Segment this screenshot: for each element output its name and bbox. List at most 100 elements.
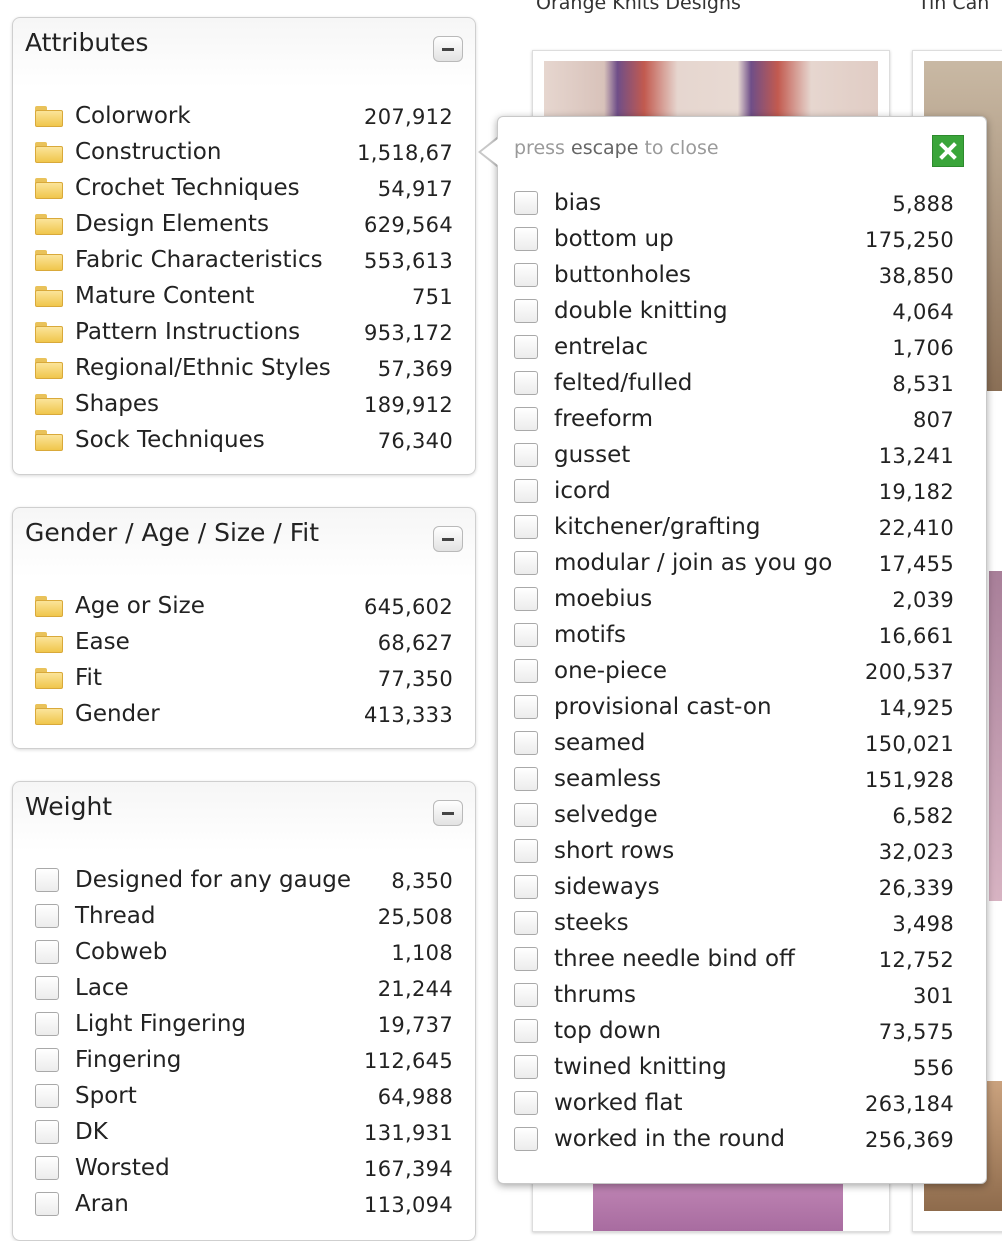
checkbox[interactable] — [514, 407, 538, 431]
weight-option[interactable]: Lace 21,244 — [35, 970, 453, 1006]
checkbox[interactable] — [514, 587, 538, 611]
attribute-folder[interactable]: Construction 1,518,67 — [35, 134, 453, 170]
checkbox[interactable] — [514, 659, 538, 683]
checkbox[interactable] — [514, 227, 538, 251]
checkbox[interactable] — [35, 868, 59, 892]
checkbox[interactable] — [35, 976, 59, 1000]
construction-option[interactable]: seamed 150,021 — [514, 725, 954, 761]
checkbox[interactable] — [514, 371, 538, 395]
weight-option[interactable]: Designed for any gauge 8,350 — [35, 862, 453, 898]
construction-popup: press escape to close bias 5,888 bottom u… — [497, 116, 987, 1184]
checkbox[interactable] — [35, 1156, 59, 1180]
attribute-folder[interactable]: Design Elements 629,564 — [35, 206, 453, 242]
construction-option[interactable]: twined knitting 556 — [514, 1049, 954, 1085]
construction-option[interactable]: short rows 32,023 — [514, 833, 954, 869]
attribute-folder[interactable]: Fabric Characteristics 553,613 — [35, 242, 453, 278]
weight-option[interactable]: Aran 113,094 — [35, 1186, 453, 1222]
construction-option[interactable]: provisional cast-on 14,925 — [514, 689, 954, 725]
construction-option[interactable]: felted/fulled 8,531 — [514, 365, 954, 401]
checkbox[interactable] — [514, 623, 538, 647]
attribute-folder[interactable]: Gender 413,333 — [35, 696, 453, 732]
construction-option[interactable]: top down 73,575 — [514, 1013, 954, 1049]
checkbox[interactable] — [514, 1091, 538, 1115]
checkbox[interactable] — [514, 479, 538, 503]
construction-option[interactable]: moebius 2,039 — [514, 581, 954, 617]
construction-option[interactable]: one-piece 200,537 — [514, 653, 954, 689]
checkbox[interactable] — [514, 731, 538, 755]
checkbox[interactable] — [514, 443, 538, 467]
construction-option[interactable]: thrums 301 — [514, 977, 954, 1013]
checkbox[interactable] — [514, 191, 538, 215]
construction-option[interactable]: bias 5,888 — [514, 185, 954, 221]
weight-option[interactable]: Fingering 112,645 — [35, 1042, 453, 1078]
construction-option[interactable]: icord 19,182 — [514, 473, 954, 509]
checkbox[interactable] — [514, 515, 538, 539]
construction-option[interactable]: seamless 151,928 — [514, 761, 954, 797]
construction-option[interactable]: bottom up 175,250 — [514, 221, 954, 257]
folder-count: 553,613 — [364, 249, 453, 274]
weight-option[interactable]: Thread 25,508 — [35, 898, 453, 934]
checkbox[interactable] — [35, 1048, 59, 1072]
close-button[interactable] — [932, 135, 964, 167]
folder-icon — [35, 105, 63, 127]
checkbox[interactable] — [35, 1084, 59, 1108]
attribute-folder[interactable]: Mature Content 751 — [35, 278, 453, 314]
checkbox[interactable] — [514, 1019, 538, 1043]
attribute-folder[interactable]: Sock Techniques 76,340 — [35, 422, 453, 458]
checkbox[interactable] — [514, 335, 538, 359]
construction-option[interactable]: steeks 3,498 — [514, 905, 954, 941]
collapse-button[interactable] — [433, 800, 463, 826]
weight-option[interactable]: Light Fingering 19,737 — [35, 1006, 453, 1042]
checkbox[interactable] — [35, 940, 59, 964]
checkbox[interactable] — [514, 299, 538, 323]
checkbox[interactable] — [35, 904, 59, 928]
checkbox[interactable] — [514, 875, 538, 899]
attribute-folder[interactable]: Pattern Instructions 953,172 — [35, 314, 453, 350]
construction-option[interactable]: modular / join as you go 17,455 — [514, 545, 954, 581]
weight-option[interactable]: Worsted 167,394 — [35, 1150, 453, 1186]
attribute-folder[interactable]: Fit 77,350 — [35, 660, 453, 696]
construction-option[interactable]: double knitting 4,064 — [514, 293, 954, 329]
option-label: selvedge — [554, 802, 658, 828]
construction-option[interactable]: kitchener/grafting 22,410 — [514, 509, 954, 545]
designer-name[interactable]: Orange Knits Designs — [536, 0, 741, 14]
attribute-folder[interactable]: Crochet Techniques 54,917 — [35, 170, 453, 206]
pattern-thumbnail[interactable] — [989, 571, 1002, 901]
checkbox[interactable] — [514, 1055, 538, 1079]
construction-option[interactable]: entrelac 1,706 — [514, 329, 954, 365]
construction-option[interactable]: motifs 16,661 — [514, 617, 954, 653]
attribute-folder[interactable]: Regional/Ethnic Styles 57,369 — [35, 350, 453, 386]
weight-option[interactable]: DK 131,931 — [35, 1114, 453, 1150]
attribute-folder[interactable]: Shapes 189,912 — [35, 386, 453, 422]
construction-option[interactable]: three needle bind off 12,752 — [514, 941, 954, 977]
designer-name[interactable]: Tin Can — [918, 0, 989, 14]
checkbox[interactable] — [514, 983, 538, 1007]
checkbox[interactable] — [35, 1012, 59, 1036]
construction-option[interactable]: sideways 26,339 — [514, 869, 954, 905]
checkbox[interactable] — [514, 1127, 538, 1151]
checkbox[interactable] — [514, 839, 538, 863]
collapse-button[interactable] — [433, 526, 463, 552]
weight-option[interactable]: Sport 64,988 — [35, 1078, 453, 1114]
attribute-folder[interactable]: Colorwork 207,912 — [35, 98, 453, 134]
construction-option[interactable]: gusset 13,241 — [514, 437, 954, 473]
checkbox[interactable] — [514, 803, 538, 827]
checkbox[interactable] — [35, 1192, 59, 1216]
checkbox[interactable] — [35, 1120, 59, 1144]
checkbox[interactable] — [514, 767, 538, 791]
attribute-folder[interactable]: Ease 68,627 — [35, 624, 453, 660]
construction-option[interactable]: buttonholes 38,850 — [514, 257, 954, 293]
construction-option[interactable]: worked flat 263,184 — [514, 1085, 954, 1121]
construction-option[interactable]: worked in the round 256,369 — [514, 1121, 954, 1157]
collapse-button[interactable] — [433, 36, 463, 62]
close-icon — [939, 142, 957, 160]
attribute-folder[interactable]: Age or Size 645,602 — [35, 588, 453, 624]
checkbox[interactable] — [514, 551, 538, 575]
construction-option[interactable]: freeform 807 — [514, 401, 954, 437]
checkbox[interactable] — [514, 263, 538, 287]
checkbox[interactable] — [514, 695, 538, 719]
checkbox[interactable] — [514, 911, 538, 935]
construction-option[interactable]: selvedge 6,582 — [514, 797, 954, 833]
checkbox[interactable] — [514, 947, 538, 971]
weight-option[interactable]: Cobweb 1,108 — [35, 934, 453, 970]
